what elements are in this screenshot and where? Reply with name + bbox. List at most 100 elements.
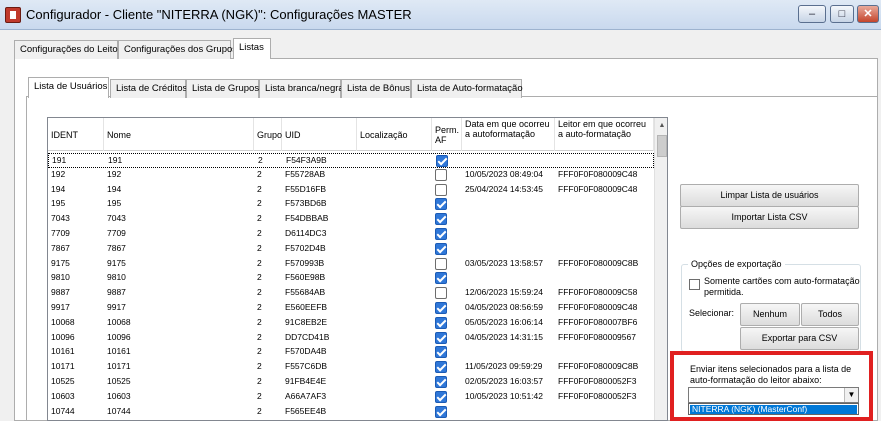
tab-lista-auto-formatacao[interactable]: Lista de Auto-formatação: [411, 79, 523, 98]
cell-data: 11/05/2023 09:59:29: [465, 361, 543, 372]
cell-uid: F54DBBAB: [285, 213, 329, 224]
table-row[interactable]: 10744 10744 2 F565EE4B: [48, 405, 654, 420]
cell-grupo: 2: [257, 302, 262, 312]
perm-af-checkbox[interactable]: [435, 346, 447, 359]
perm-af-checkbox[interactable]: [435, 272, 447, 285]
cell-grupo: 2: [257, 242, 262, 253]
vertical-scrollbar[interactable]: ▲: [654, 118, 667, 420]
table-row[interactable]: 10161 10161 2 F570DA4B: [48, 345, 654, 360]
import-csv-button[interactable]: Importar Lista CSV: [680, 206, 859, 229]
cell-uid: F557C6DB: [285, 361, 328, 372]
cell-leitor: FFF0F0F0800052F3: [558, 376, 637, 386]
table-row[interactable]: 10096 10096 2 DD7CD41B 04/05/2023 14:31:15 FF…: [48, 331, 654, 346]
select-label: Selecionar:: [689, 308, 735, 318]
cell-leitor: FFF0F0F080007BF6: [558, 316, 638, 327]
perm-af-checkbox[interactable]: [435, 168, 447, 181]
cell-uid: 91C8EB2E: [285, 316, 328, 327]
col-grupo[interactable]: Grupo: [254, 118, 282, 151]
cell-grupo: 2: [257, 272, 262, 283]
perm-af-checkbox[interactable]: [435, 405, 447, 418]
perm-af-checkbox[interactable]: [435, 361, 447, 374]
select-none-button[interactable]: Nenhum: [740, 303, 800, 326]
col-localizacao[interactable]: Localização: [357, 118, 432, 151]
cell-data: 12/06/2023 15:59:24: [465, 287, 543, 298]
cell-ident: 10096: [51, 331, 75, 342]
cell-grupo: 2: [257, 390, 262, 401]
perm-af-checkbox[interactable]: [436, 155, 448, 167]
tab-lista-branca-negra[interactable]: Lista branca/negra: [259, 79, 344, 98]
col-uid[interactable]: UID: [282, 118, 357, 151]
table-row[interactable]: 9175 9175 2 F570993B 03/05/2023 13:58:57 FFF0…: [48, 257, 654, 272]
table-row[interactable]: 195 195 2 F573BD6B: [48, 197, 654, 212]
perm-af-checkbox[interactable]: [435, 198, 447, 211]
col-data-autoformatacao[interactable]: Data em que ocorreu a autoformatação: [462, 118, 555, 151]
table-row[interactable]: 192 192 2 F55728AB 10/05/2023 08:49:04 FFF0F0…: [48, 168, 654, 183]
table-row[interactable]: 9917 9917 2 E560EEFB 04/05/2023 08:56:59 FFF0…: [48, 301, 654, 316]
table-row[interactable]: 10068 10068 2 91C8EB2E 05/05/2023 16:06:14 FF…: [48, 316, 654, 331]
cell-nome: 10171: [107, 361, 131, 372]
perm-af-checkbox[interactable]: [435, 183, 447, 196]
perm-af-checkbox[interactable]: [435, 257, 447, 270]
table-row[interactable]: 7043 7043 2 F54DBBAB: [48, 212, 654, 227]
cell-data: 03/05/2023 13:58:57: [465, 257, 543, 268]
cell-ident: 192: [51, 168, 66, 179]
cell-leitor: FFF0F0F080009C58: [558, 287, 638, 298]
cell-data: 25/04/2024 14:53:45: [465, 183, 543, 194]
tab-lista-creditos[interactable]: Lista de Créditos: [110, 79, 187, 98]
table-row[interactable]: 191 191 2 F54F3A9B: [48, 153, 654, 168]
maximize-icon[interactable]: □: [830, 5, 854, 23]
only-af-checkbox[interactable]: [689, 279, 700, 290]
perm-af-checkbox[interactable]: [435, 390, 447, 403]
cell-data: 02/05/2023 16:03:57: [465, 376, 543, 386]
table-row[interactable]: 10525 10525 2 91FB4E4E 02/05/2023 16:03:57 FF…: [48, 375, 654, 390]
cell-uid: F55684AB: [285, 287, 326, 298]
table-row[interactable]: 7709 7709 2 D6114DC3: [48, 227, 654, 242]
perm-af-checkbox[interactable]: [435, 213, 447, 226]
col-nome[interactable]: Nome: [104, 118, 254, 151]
cell-grupo: 2: [257, 405, 262, 416]
perm-af-checkbox[interactable]: [435, 331, 447, 344]
tab-lista-grupos[interactable]: Lista de Grupos: [186, 79, 259, 98]
select-all-button[interactable]: Todos: [801, 303, 859, 326]
cell-nome: 10068: [107, 316, 131, 327]
table-row[interactable]: 10603 10603 2 A66A7AF3 10/05/2023 10:51:42 FF…: [48, 390, 654, 405]
cell-nome: 9810: [107, 272, 126, 283]
tab-lista-bonus[interactable]: Lista de Bônus: [341, 79, 411, 98]
table-row[interactable]: 7867 7867 2 F5702D4B: [48, 242, 654, 257]
clear-users-button[interactable]: Limpar Lista de usuários: [680, 184, 859, 207]
col-leitor-autoformatacao[interactable]: Leitor em que ocorreu a auto-formatação: [555, 118, 654, 151]
tab-configuracoes-grupos[interactable]: Configurações dos Grupos: [118, 40, 237, 59]
cell-grupo: 2: [258, 155, 263, 165]
perm-af-checkbox[interactable]: [435, 242, 447, 255]
perm-af-checkbox[interactable]: [435, 316, 447, 329]
close-icon[interactable]: ✕: [857, 5, 879, 23]
table-row[interactable]: 9887 9887 2 F55684AB 12/06/2023 15:59:24 FFF0…: [48, 286, 654, 301]
scroll-thumb[interactable]: [657, 135, 667, 157]
cell-grupo: 2: [257, 213, 262, 224]
minimize-icon[interactable]: –: [798, 5, 826, 23]
col-ident[interactable]: IDENT: [48, 118, 104, 151]
tab-configuracoes-leitor[interactable]: Configurações do Leitor: [14, 40, 121, 59]
perm-af-checkbox[interactable]: [435, 376, 447, 388]
table-row[interactable]: 9810 9810 2 F560E98B: [48, 271, 654, 286]
cell-nome: 9917: [107, 302, 126, 312]
cell-grupo: 2: [257, 198, 262, 209]
perm-af-checkbox[interactable]: [435, 287, 447, 300]
cell-nome: 7043: [107, 213, 126, 224]
tab-lista-usuarios[interactable]: Lista de Usuários: [28, 77, 109, 98]
col-perm-af[interactable]: Perm. AF: [432, 118, 462, 151]
cell-grupo: 2: [257, 316, 262, 327]
table-row[interactable]: 194 194 2 F55D16FB 25/04/2024 14:53:45 FFF0F0…: [48, 183, 654, 198]
cell-grupo: 2: [257, 228, 262, 238]
cell-data: 04/05/2023 08:56:59: [465, 302, 543, 312]
export-csv-button[interactable]: Exportar para CSV: [740, 327, 859, 350]
perm-af-checkbox[interactable]: [435, 302, 447, 314]
perm-af-checkbox[interactable]: [435, 228, 447, 240]
tab-listas[interactable]: Listas: [233, 38, 271, 59]
cell-ident: 9887: [51, 287, 70, 298]
cell-grupo: 2: [257, 257, 262, 268]
table-row[interactable]: 10171 10171 2 F557C6DB 11/05/2023 09:59:29 FF…: [48, 360, 654, 375]
scroll-up-icon[interactable]: ▲: [655, 118, 667, 133]
window-title: Configurador - Cliente "NITERRA (NGK)": …: [26, 7, 412, 22]
users-table[interactable]: IDENT Nome Grupo UID Localização Perm. A…: [47, 117, 668, 421]
